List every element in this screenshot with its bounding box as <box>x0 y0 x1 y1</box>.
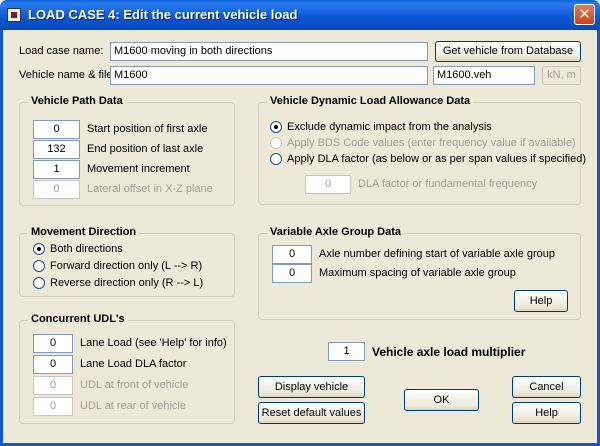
vehicle-name-label: Vehicle name & file: <box>19 69 116 81</box>
dla-title: Vehicle Dynamic Load Allowance Data <box>267 95 474 107</box>
udl-front-label: UDL at front of vehicle <box>80 379 189 391</box>
window-title: LOAD CASE 4: Edit the current vehicle lo… <box>28 7 298 22</box>
forward-direction-label: Forward direction only (L --> R) <box>50 260 203 272</box>
dla-exclude-label: Exclude dynamic impact from the analysis <box>287 121 492 133</box>
axle-start-label: Axle number defining start of variable a… <box>319 248 556 260</box>
units-button[interactable]: kN, m <box>542 66 581 85</box>
vehicle-path-title: Vehicle Path Data <box>28 95 126 107</box>
lane-load-dla-label: Lane Load DLA factor <box>80 358 187 370</box>
ok-button[interactable]: OK <box>404 389 479 411</box>
start-position-label: Start position of first axle <box>87 123 208 135</box>
dla-factor-label: DLA factor or fundamental frequency <box>358 178 538 190</box>
concurrent-udl-title: Concurrent UDL's <box>28 313 128 325</box>
axle-start-input[interactable]: 0 <box>272 245 312 264</box>
close-button[interactable]: ✕ <box>574 4 595 25</box>
load-case-name-label: Load case name: <box>19 45 104 57</box>
udl-rear-label: UDL at rear of vehicle <box>80 400 186 412</box>
both-directions-label: Both directions <box>50 243 123 255</box>
axle-load-multiplier-label: Vehicle axle load multiplier <box>372 345 526 359</box>
lane-load-label: Lane Load (see 'Help' for info) <box>80 337 227 349</box>
both-directions-radio[interactable] <box>33 243 45 255</box>
axle-load-multiplier-input[interactable]: 1 <box>328 342 365 361</box>
lane-load-dla-input[interactable]: 0 <box>33 355 73 374</box>
variable-axle-title: Variable Axle Group Data <box>267 226 405 238</box>
movement-increment-input[interactable]: 1 <box>33 160 80 179</box>
reset-default-button[interactable]: Reset default values <box>258 402 365 424</box>
forward-direction-radio[interactable] <box>33 260 45 272</box>
dla-bds-label: Apply BDS Code values (enter frequency v… <box>287 137 576 149</box>
get-vehicle-button[interactable]: Get vehicle from Database <box>435 41 581 62</box>
movement-increment-label: Movement increment <box>87 163 190 175</box>
udl-front-input[interactable]: 0 <box>33 376 73 395</box>
help-button[interactable]: Help <box>512 402 581 424</box>
dla-exclude-radio[interactable] <box>270 121 282 133</box>
udl-rear-input[interactable]: 0 <box>33 397 73 416</box>
dla-factor-radio[interactable] <box>270 153 282 165</box>
lateral-offset-label: Lateral offset in X-Z plane <box>87 183 213 195</box>
dla-factor-option-label: Apply DLA factor (as below or as per spa… <box>287 153 586 165</box>
cancel-button[interactable]: Cancel <box>512 376 581 398</box>
movement-direction-title: Movement Direction <box>28 226 140 238</box>
end-position-label: End position of last axle <box>87 143 204 155</box>
end-position-input[interactable]: 132 <box>33 140 80 159</box>
reverse-direction-label: Reverse direction only (R --> L) <box>50 277 204 289</box>
load-case-name-input[interactable]: M1600 moving in both directions <box>110 42 428 61</box>
vehicle-name-input[interactable]: M1600 <box>110 66 428 85</box>
reverse-direction-radio[interactable] <box>33 277 45 289</box>
lane-load-input[interactable]: 0 <box>33 334 73 353</box>
dla-bds-radio[interactable] <box>270 137 282 149</box>
axle-spacing-input[interactable]: 0 <box>272 264 312 283</box>
dla-factor-input[interactable]: 0 <box>305 175 351 194</box>
vehicle-file-input[interactable]: M1600.veh <box>433 66 535 85</box>
title-bar[interactable]: LOAD CASE 4: Edit the current vehicle lo… <box>0 0 600 30</box>
app-icon <box>7 8 21 22</box>
axle-help-button[interactable]: Help <box>514 290 568 312</box>
display-vehicle-button[interactable]: Display vehicle <box>258 376 365 398</box>
start-position-input[interactable]: 0 <box>33 120 80 139</box>
axle-spacing-label: Maximum spacing of variable axle group <box>319 267 516 279</box>
lateral-offset-input[interactable]: 0 <box>33 180 80 199</box>
